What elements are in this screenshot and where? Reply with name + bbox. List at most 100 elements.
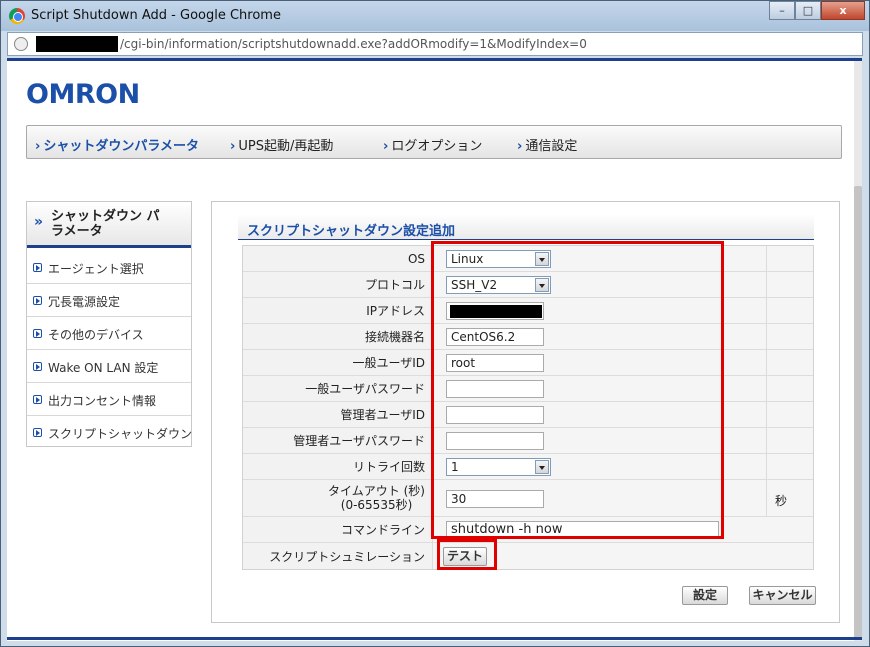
close-button[interactable]: x [821,1,865,20]
column-divider [766,350,767,375]
omron-logo: OMRON [26,79,140,110]
timeout-input[interactable]: 30 [446,490,544,508]
timeout-value-cell: 30 秒 [434,480,813,516]
url-path[interactable]: /cgi-bin/information/scriptshutdownadd.e… [120,37,587,51]
dropdown-arrow-icon[interactable] [535,460,549,474]
save-button[interactable]: 設定 [682,586,728,605]
maximize-button[interactable]: □ [795,1,821,20]
column-divider [766,428,767,453]
vertical-scrollbar[interactable] [854,61,862,641]
sidebar-item-label: 出力コンセント情報 [48,394,157,408]
user-password-value-cell [434,376,813,401]
form-row-protocol: プロトコル SSH_V2 [243,272,813,298]
admin-password-input[interactable] [446,432,544,450]
sidebar-item-agent-select[interactable]: エージェント選択 [27,251,191,284]
page-viewport: OMRON › シャットダウンパラメータ › UPS起動/再起動 › ログオプション … [7,58,862,641]
user-password-input[interactable] [446,380,544,398]
column-divider [766,480,767,516]
user-id-value-cell: root [434,350,813,375]
sidebar-item-label: その他のデバイス [48,328,144,342]
form-row-admin-password: 管理者ユーザパスワード [243,428,813,454]
nav-communication-settings[interactable]: › 通信設定 [517,135,577,154]
admin-id-value-cell [434,402,813,427]
command-line-input[interactable]: shutdown -h now [446,521,719,539]
sidebar-item-wake-on-lan[interactable]: Wake ON LAN 設定 [27,350,191,383]
nav-shutdown-parameters[interactable]: › シャットダウンパラメータ [35,135,199,154]
chevron-right-icon: › [383,139,389,154]
nav-label: シャットダウンパラメータ [43,139,199,154]
column-divider [766,272,767,297]
form-row-timeout: タイムアウト (秒) (0-65535秒) 30 秒 [243,480,813,517]
device-name-value-cell: CentOS6.2 [434,324,813,349]
admin-password-label: 管理者ユーザパスワード [243,428,433,453]
settings-panel: スクリプトシャットダウン設定追加 OS Linux プロトコル SSH_V2 I… [211,201,840,623]
column-divider [766,376,767,401]
panel-header: スクリプトシャットダウン設定追加 [238,214,814,240]
os-select[interactable]: Linux [446,250,551,268]
user-id-label: 一般ユーザID [243,350,433,375]
page-info-icon[interactable] [14,37,28,51]
dropdown-arrow-icon[interactable] [535,252,549,266]
dropdown-arrow-icon[interactable] [535,278,549,292]
ip-label: IPアドレス [243,298,433,323]
sidebar: » シャットダウン パラメータ エージェント選択 冗長電源設定 その他のデバイス… [26,201,192,447]
command-line-value-cell: shutdown -h now [434,517,813,542]
bullet-arrow-icon [33,362,42,371]
form-row-user-id: 一般ユーザID root [243,350,813,376]
ip-address-redacted [450,305,542,318]
window-controls: – □ x [769,1,865,20]
sidebar-item-other-devices[interactable]: その他のデバイス [27,317,191,350]
script-simulation-value-cell: テスト [434,543,813,569]
admin-id-input[interactable] [446,406,544,424]
sidebar-header: » シャットダウン パラメータ [27,202,191,248]
chrome-logo-icon [9,8,25,24]
nav-ups-startup[interactable]: › UPS起動/再起動 [230,135,333,154]
bullet-arrow-icon [33,395,42,404]
nav-log-options[interactable]: › ログオプション [383,135,482,154]
column-divider [766,246,767,271]
device-name-input[interactable]: CentOS6.2 [446,328,544,346]
form-row-retry: リトライ回数 1 [243,454,813,480]
page-bottom-rule [7,637,862,640]
sidebar-item-label: 冗長電源設定 [48,295,121,309]
cancel-button[interactable]: キャンセル [749,586,816,605]
timeout-label-text: タイムアウト (秒) (0-65535秒) [328,484,425,512]
chevron-right-icon: › [517,139,523,154]
minimize-button[interactable]: – [769,1,795,20]
form-row-command-line: コマンドライン shutdown -h now [243,517,813,543]
nav-label: ログオプション [391,139,483,154]
protocol-select[interactable]: SSH_V2 [446,276,551,294]
retry-select[interactable]: 1 [446,458,551,476]
sidebar-item-redundant-power[interactable]: 冗長電源設定 [27,284,191,317]
chevron-right-icon: › [230,139,236,154]
os-selected-value: Linux [451,252,484,266]
browser-window: Script Shutdown Add - Google Chrome – □ … [0,0,870,647]
sidebar-item-outlet-info[interactable]: 出力コンセント情報 [27,383,191,416]
form-row-user-password: 一般ユーザパスワード [243,376,813,402]
sidebar-item-label: スクリプトシャットダウン [48,427,193,441]
user-id-input[interactable]: root [446,354,544,372]
protocol-selected-value: SSH_V2 [451,278,498,292]
admin-password-value-cell [434,428,813,453]
retry-value-cell: 1 [434,454,813,479]
retry-label: リトライ回数 [243,454,433,479]
nav-label: UPS起動/再起動 [238,139,334,154]
double-chevron-icon: » [34,214,44,230]
user-password-label: 一般ユーザパスワード [243,376,433,401]
form-row-admin-id: 管理者ユーザID [243,402,813,428]
scrollbar-thumb[interactable] [854,186,862,638]
timeout-unit: 秒 [775,494,788,508]
form-row-ip: IPアドレス [243,298,813,324]
form-row-script-simulation: スクリプトシュミレーション テスト [243,543,813,569]
address-bar[interactable]: /cgi-bin/information/scriptshutdownadd.e… [7,32,863,56]
top-navigation: › シャットダウンパラメータ › UPS起動/再起動 › ログオプション › 通信設定 [26,125,842,159]
sidebar-item-script-shutdown[interactable]: スクリプトシャットダウン [27,416,193,449]
sidebar-header-label: シャットダウン パラメータ [51,209,160,239]
chevron-right-icon: › [35,139,41,154]
os-value-cell: Linux [434,246,813,271]
timeout-label: タイムアウト (秒) (0-65535秒) [243,480,433,516]
device-name-label: 接続機器名 [243,324,433,349]
test-button[interactable]: テスト [443,547,487,566]
bullet-arrow-icon [33,296,42,305]
url-host-redacted [36,36,118,52]
